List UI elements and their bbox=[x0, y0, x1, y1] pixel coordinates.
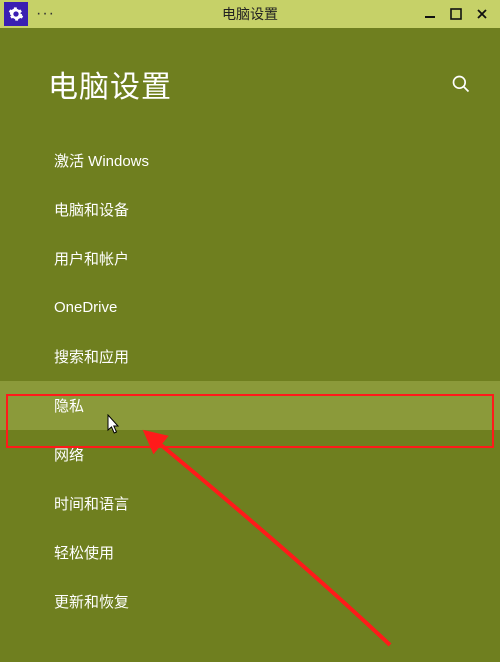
titlebar: ··· 电脑设置 bbox=[0, 0, 500, 28]
nav-label: 搜索和应用 bbox=[54, 346, 129, 367]
nav-item-users-accounts[interactable]: 用户和帐户 bbox=[0, 234, 500, 283]
search-icon[interactable] bbox=[450, 73, 472, 95]
nav-label: 轻松使用 bbox=[54, 542, 114, 563]
nav-item-privacy[interactable]: 隐私 bbox=[0, 381, 500, 430]
overflow-icon[interactable]: ··· bbox=[32, 5, 59, 23]
content: 电脑设置 激活 Windows 电脑和设备 用户和帐户 OneDrive 搜索和… bbox=[0, 28, 500, 662]
maximize-button[interactable] bbox=[448, 6, 464, 22]
nav-label: 电脑和设备 bbox=[54, 199, 129, 220]
page-title: 电脑设置 bbox=[48, 62, 172, 106]
nav-item-time-language[interactable]: 时间和语言 bbox=[0, 479, 500, 528]
minimize-button[interactable] bbox=[422, 6, 438, 22]
nav-item-network[interactable]: 网络 bbox=[0, 430, 500, 479]
nav-label: 更新和恢复 bbox=[54, 591, 129, 612]
nav-item-update-recovery[interactable]: 更新和恢复 bbox=[0, 577, 500, 626]
header: 电脑设置 bbox=[0, 28, 500, 114]
nav-label: 网络 bbox=[54, 444, 84, 465]
nav-label: 时间和语言 bbox=[54, 493, 129, 514]
nav-label: 隐私 bbox=[54, 395, 84, 416]
app-gear-icon bbox=[4, 2, 28, 26]
nav-label: OneDrive bbox=[54, 299, 117, 316]
window-controls bbox=[422, 0, 496, 28]
nav-item-search-apps[interactable]: 搜索和应用 bbox=[0, 332, 500, 381]
settings-nav: 激活 Windows 电脑和设备 用户和帐户 OneDrive 搜索和应用 隐私… bbox=[0, 136, 500, 626]
nav-item-ease-of-access[interactable]: 轻松使用 bbox=[0, 528, 500, 577]
nav-item-pc-devices[interactable]: 电脑和设备 bbox=[0, 185, 500, 234]
nav-label: 用户和帐户 bbox=[54, 248, 129, 269]
nav-label: 激活 Windows bbox=[54, 150, 149, 171]
nav-item-activate-windows[interactable]: 激活 Windows bbox=[0, 136, 500, 185]
nav-item-onedrive[interactable]: OneDrive bbox=[0, 283, 500, 332]
close-button[interactable] bbox=[474, 6, 490, 22]
